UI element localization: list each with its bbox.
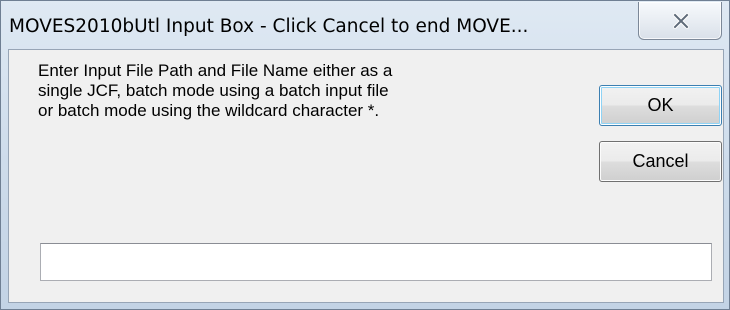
- prompt-line: single JCF, batch mode using a batch inp…: [38, 81, 389, 100]
- close-icon: [673, 13, 689, 29]
- file-path-input[interactable]: [40, 243, 712, 281]
- ok-button[interactable]: OK: [599, 85, 722, 126]
- close-button[interactable]: [638, 2, 722, 40]
- dialog-body: Enter Input File Path and File Name eith…: [8, 49, 724, 303]
- window-title: MOVES2010bUtl Input Box - Click Cancel t…: [9, 16, 529, 37]
- prompt-text: Enter Input File Path and File Name eith…: [38, 61, 538, 121]
- cancel-button[interactable]: Cancel: [599, 141, 722, 182]
- input-box-window: MOVES2010bUtl Input Box - Click Cancel t…: [0, 0, 730, 310]
- prompt-line: Enter Input File Path and File Name eith…: [38, 61, 393, 80]
- prompt-line: or batch mode using the wildcard charact…: [38, 101, 380, 120]
